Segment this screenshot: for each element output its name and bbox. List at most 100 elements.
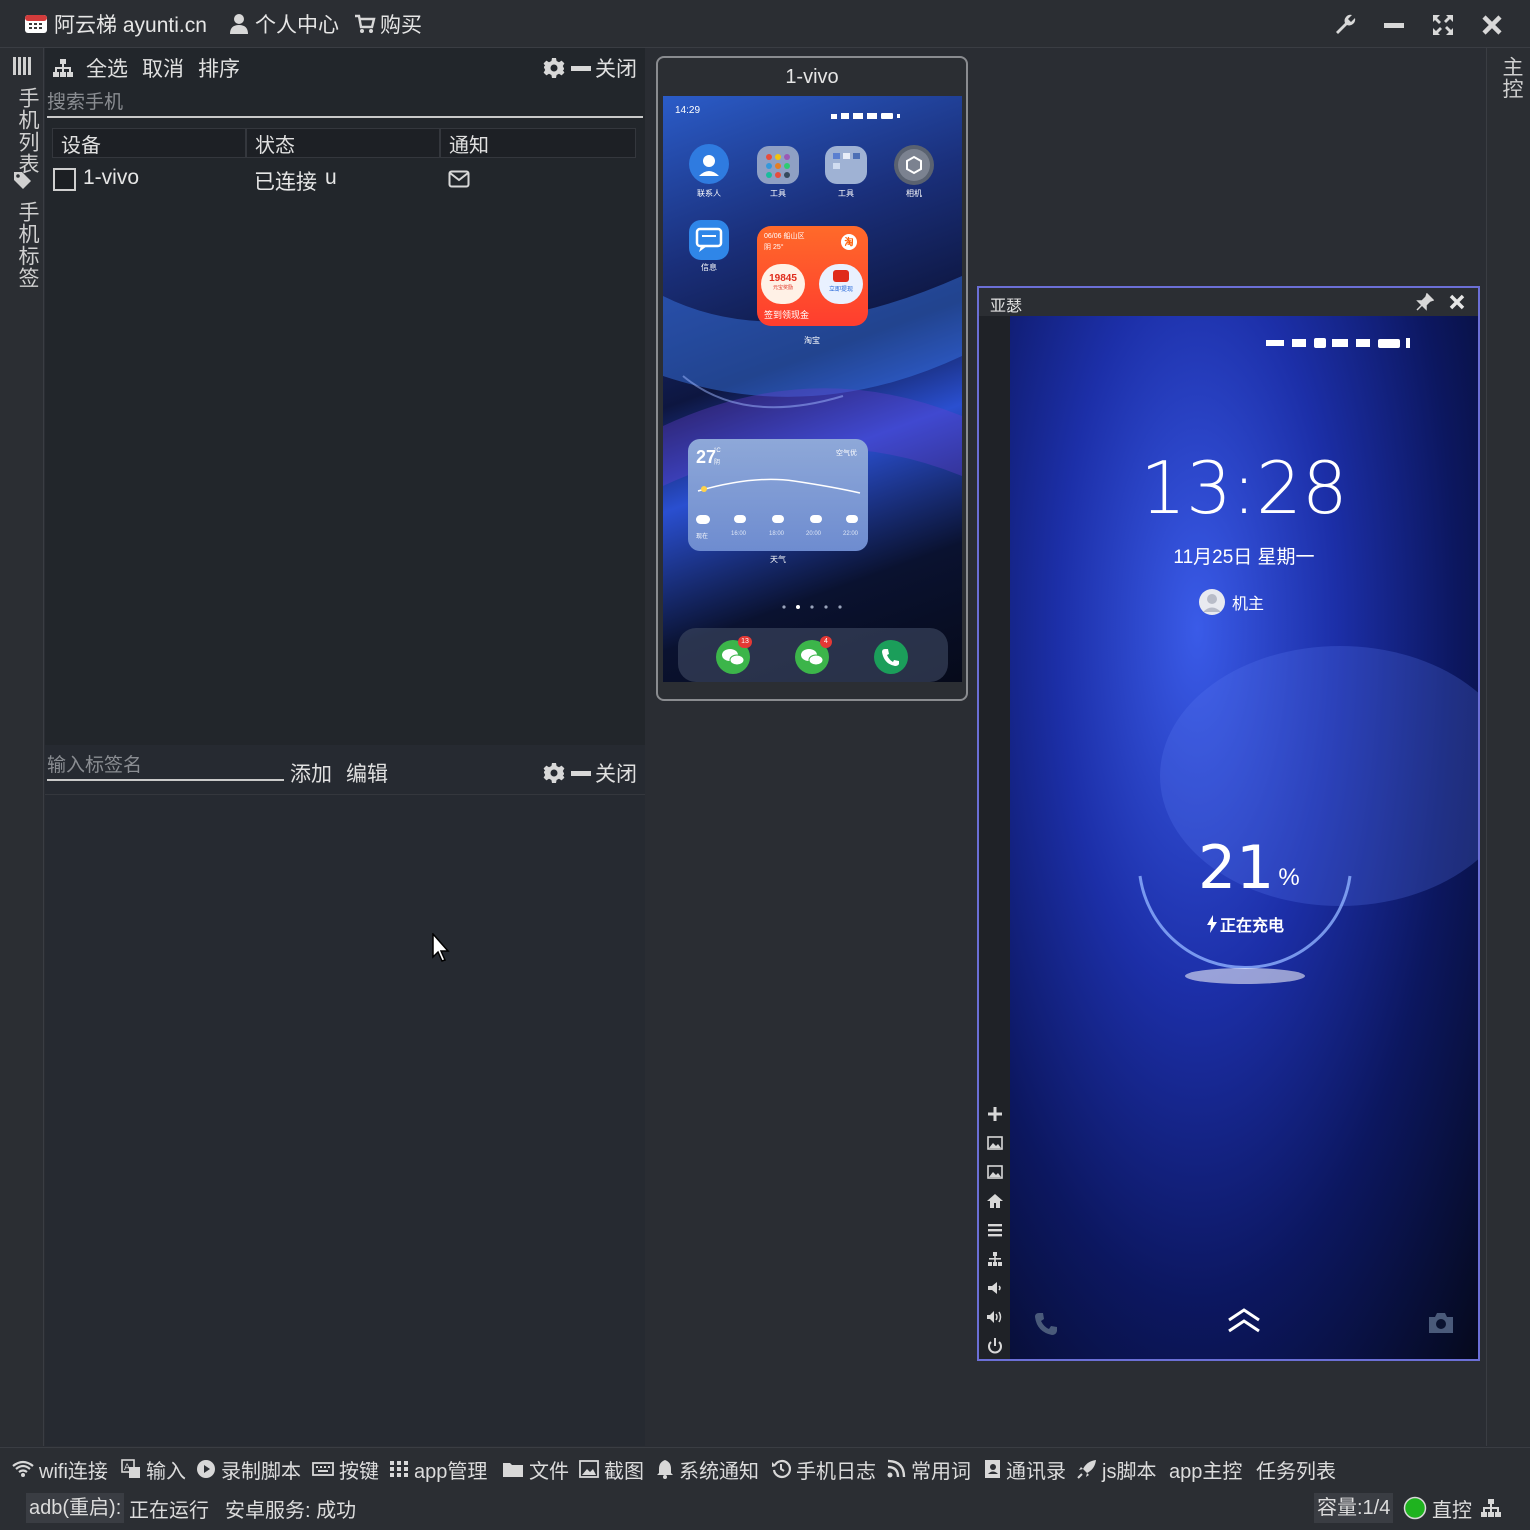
device-status-flag: u <box>325 166 337 189</box>
phone-dialer-app-icon[interactable] <box>874 640 908 674</box>
adb-restart-button[interactable]: adb(重启): <box>26 1493 125 1523</box>
page-indicator <box>781 597 845 609</box>
chevron-up-icon[interactable] <box>1226 1306 1262 1334</box>
app-logo-icon <box>25 15 47 33</box>
add-tag-button[interactable]: 添加 <box>290 758 332 788</box>
phone-tags-tab[interactable]: 手机标签 <box>12 170 42 289</box>
close-icon[interactable] <box>1448 293 1466 311</box>
app-label: 工具 <box>770 189 786 198</box>
cloud-icon <box>696 515 710 524</box>
phone2-screen[interactable]: 13:28 11月25日 星期一 机主 21 % 正在充电 <box>1010 316 1478 1359</box>
envelope-icon[interactable] <box>448 170 470 188</box>
keys-button[interactable]: 按键 <box>312 1456 379 1483</box>
app-master-button[interactable]: app主控 <box>1169 1456 1242 1483</box>
phone1-screen[interactable]: 14:29 联系人 工具 工具 相机 信息 06/06 船山区 阴 25° 淘 <box>663 96 962 682</box>
taobao-widget[interactable]: 06/06 船山区 阴 25° 淘 19845 元宝奖励 立即提现 签到领现金 <box>757 226 868 326</box>
folder-icon <box>503 1463 523 1477</box>
buy-link[interactable]: 购买 <box>354 10 422 38</box>
cancel-button[interactable]: 取消 <box>142 53 184 83</box>
phone-list-tab[interactable]: 手机列表 <box>12 56 42 175</box>
weather-widget[interactable]: 27 °C 阴 空气优 现在 16:00 18:00 20:00 22:00 <box>688 439 868 551</box>
tools-folder-icon[interactable] <box>757 146 799 184</box>
tag-panel-controls: 关闭 <box>543 753 637 793</box>
power-icon[interactable] <box>985 1336 1005 1356</box>
address-book-icon <box>985 1460 1000 1478</box>
messages-app-icon[interactable] <box>689 220 729 260</box>
master-control-tab[interactable]: 主控 <box>1496 56 1526 100</box>
cloud-icon <box>846 515 858 523</box>
files-button[interactable]: 文件 <box>502 1456 569 1483</box>
home-icon[interactable] <box>985 1191 1005 1211</box>
settings-wrench-button[interactable] <box>1328 8 1364 42</box>
input-button[interactable]: A 输入 <box>121 1456 186 1483</box>
phone2-title: 亚瑟 <box>990 298 1023 315</box>
phone-log-button[interactable]: 手机日志 <box>771 1456 876 1483</box>
column-header-notify[interactable]: 通知 <box>440 128 636 158</box>
contacts-button[interactable]: 通讯录 <box>983 1456 1066 1483</box>
direct-control-toggle[interactable]: 直控 <box>1403 1495 1472 1522</box>
tools-folder-icon-2[interactable] <box>825 146 867 184</box>
tool-bar: wifi连接 A 输入 录制脚本 按键 app管理 文件 截图 系统通知 手机日… <box>0 1447 1530 1489</box>
close-panel-button[interactable]: 关闭 <box>595 53 637 83</box>
column-header-status[interactable]: 状态 <box>246 128 440 158</box>
js-script-button[interactable]: js脚本 <box>1077 1456 1156 1483</box>
pin-icon[interactable] <box>1416 293 1434 311</box>
status-dot-icon <box>1403 1496 1427 1520</box>
volume-up-icon[interactable] <box>985 1307 1005 1327</box>
sitemap-icon[interactable] <box>985 1249 1005 1269</box>
device-list-panel: 全选 取消 排序 关闭 搜索手机 设备 状态 通知 1-vivo 已连接 u <box>45 48 645 745</box>
contacts-app-icon[interactable] <box>689 144 729 184</box>
volume-down-icon[interactable] <box>985 1278 1005 1298</box>
record-script-button[interactable]: 录制脚本 <box>196 1456 301 1483</box>
lock-time: 13:28 <box>1140 446 1348 530</box>
column-header-device[interactable]: 设备 <box>52 128 246 158</box>
translate-icon: A <box>121 1459 140 1478</box>
camera-icon[interactable] <box>1426 1310 1456 1336</box>
camera-app-icon[interactable] <box>894 145 934 185</box>
capacity-badge: 容量:1/4 <box>1314 1493 1394 1523</box>
task-list-button[interactable]: 任务列表 <box>1256 1456 1336 1483</box>
system-notify-button[interactable]: 系统通知 <box>656 1456 759 1483</box>
owner-chip[interactable]: 机主 <box>1198 588 1264 616</box>
minus-icon[interactable] <box>571 58 591 78</box>
right-sidebar: 主控 <box>1486 48 1530 1446</box>
table-row[interactable]: 1-vivo 已连接 u <box>52 162 636 196</box>
minimize-button[interactable] <box>1376 8 1412 42</box>
wallet-icon <box>833 270 849 282</box>
phone-window-arthur: 亚瑟 13:28 11月25日 星期一 机主 21 % 正在充电 <box>977 286 1480 1361</box>
select-all-button[interactable]: 全选 <box>86 53 128 83</box>
phone-call-icon[interactable] <box>1032 1310 1060 1338</box>
menu-icon[interactable] <box>985 1220 1005 1240</box>
image-icon[interactable] <box>985 1133 1005 1153</box>
user-center-link[interactable]: 个人中心 <box>229 10 339 38</box>
add-icon[interactable] <box>985 1104 1005 1124</box>
gear-icon[interactable] <box>543 762 565 784</box>
image-icon[interactable] <box>985 1162 1005 1182</box>
sitemap-icon[interactable] <box>1480 1498 1502 1518</box>
notification-badge: 4 <box>820 636 832 648</box>
sort-button[interactable]: 排序 <box>198 53 240 83</box>
wrench-icon <box>1336 14 1356 34</box>
minus-icon[interactable] <box>571 763 591 783</box>
device-checkbox[interactable] <box>53 168 76 191</box>
left-sidebar: 手机列表 手机标签 <box>0 48 44 1446</box>
close-icon <box>1482 15 1502 35</box>
list-icon <box>13 57 31 75</box>
wifi-connect-button[interactable]: wifi连接 <box>12 1456 108 1483</box>
cloud-icon <box>772 515 784 523</box>
coin-badge: 19845 元宝奖励 <box>761 264 805 304</box>
app-label: 信息 <box>701 263 717 272</box>
gear-icon[interactable] <box>543 57 565 79</box>
close-window-button[interactable] <box>1474 8 1510 42</box>
tag-name-input[interactable]: 输入标签名 <box>47 753 284 781</box>
search-phone-input[interactable]: 搜索手机 <box>47 90 643 118</box>
edit-tag-button[interactable]: 编辑 <box>346 758 388 788</box>
sitemap-icon[interactable] <box>52 58 74 78</box>
app-management-button[interactable]: app管理 <box>389 1456 487 1483</box>
battery-level: 21 % <box>1198 833 1300 903</box>
screenshot-button[interactable]: 截图 <box>579 1456 644 1483</box>
device-status: 已连接 <box>254 171 317 194</box>
common-phrases-button[interactable]: 常用词 <box>886 1456 971 1483</box>
fullscreen-button[interactable] <box>1425 8 1461 42</box>
close-tag-panel-button[interactable]: 关闭 <box>595 758 637 788</box>
